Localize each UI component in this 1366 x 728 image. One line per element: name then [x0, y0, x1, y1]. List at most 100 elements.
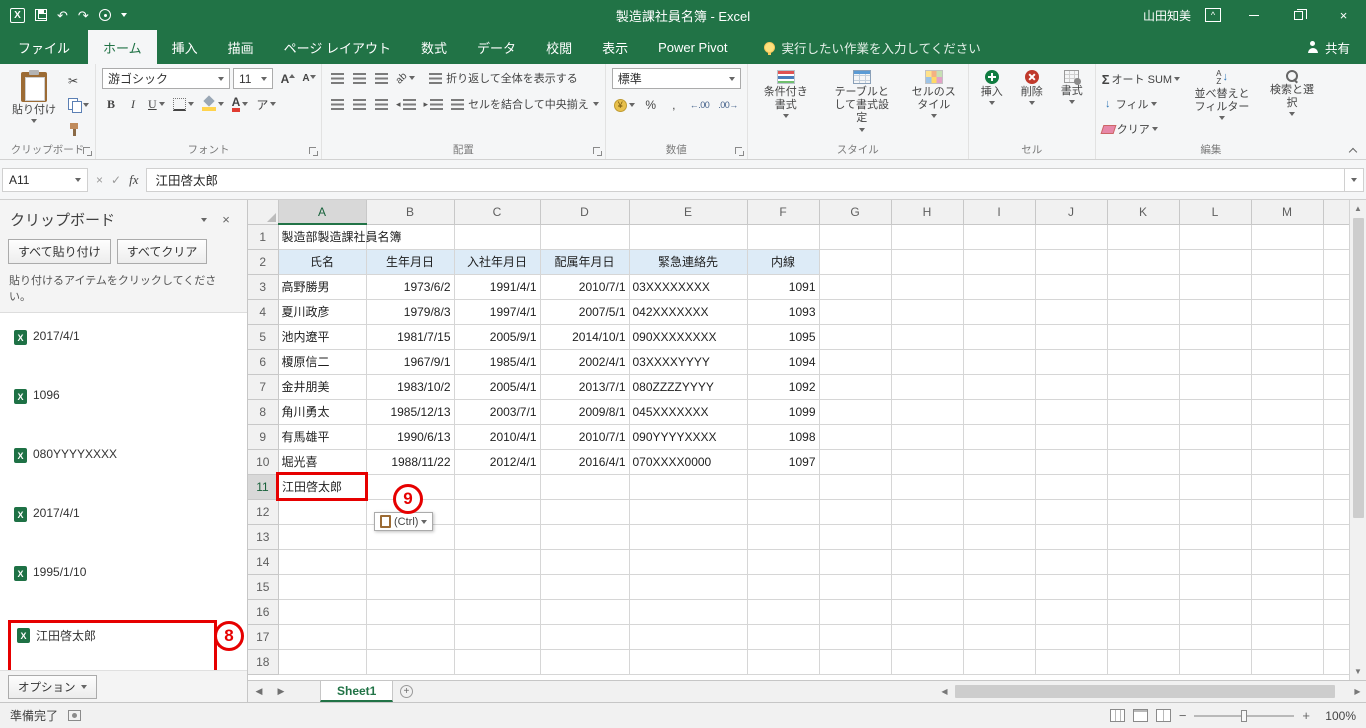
grid-cell[interactable] [891, 649, 964, 675]
data-cell[interactable]: 2007/5/1 [540, 299, 630, 325]
column-header-partial[interactable] [1323, 200, 1349, 225]
data-cell[interactable]: 1997/4/1 [454, 299, 541, 325]
table-header-cell[interactable]: 入社年月日 [454, 249, 541, 275]
column-header-i[interactable]: I [963, 200, 1036, 225]
grid-cell[interactable] [1323, 574, 1349, 600]
grid-cell[interactable] [1035, 599, 1108, 625]
grid-cell[interactable] [819, 399, 892, 425]
data-cell[interactable]: 080ZZZZYYYY [629, 374, 748, 400]
data-cell[interactable]: 2013/7/1 [540, 374, 630, 400]
grid-cell[interactable] [629, 224, 748, 250]
row-header-14[interactable]: 14 [248, 549, 279, 575]
data-cell[interactable]: 03XXXXYYYY [629, 349, 748, 375]
grid-cell[interactable] [1251, 249, 1324, 275]
data-cell[interactable]: 夏川政彦 [278, 299, 367, 325]
align-center-button[interactable] [350, 94, 368, 114]
grid-cell[interactable] [1323, 649, 1349, 675]
grid-cell[interactable] [1323, 499, 1349, 525]
grid-cell[interactable] [747, 599, 820, 625]
grid-cell[interactable] [747, 474, 820, 500]
scroll-left-icon[interactable]: ◀ [936, 687, 953, 696]
grid-cell[interactable] [1251, 224, 1324, 250]
grid-cell[interactable] [963, 274, 1036, 300]
grid-cell[interactable] [1107, 274, 1180, 300]
grid-cell[interactable] [1251, 424, 1324, 450]
grid-cell[interactable] [540, 499, 630, 525]
format-as-table-button[interactable]: テーブルとして書式設定 [824, 68, 900, 143]
align-right-button[interactable] [372, 94, 390, 114]
grid-cell[interactable] [1179, 299, 1252, 325]
data-cell[interactable]: 1985/4/1 [454, 349, 541, 375]
grid-cell[interactable] [891, 224, 964, 250]
scroll-down-icon[interactable]: ▼ [1350, 663, 1366, 680]
data-cell[interactable]: 1099 [747, 399, 820, 425]
grid-cell[interactable] [819, 249, 892, 275]
grid-cell[interactable] [891, 299, 964, 325]
name-box[interactable]: A11 [2, 167, 88, 192]
grid-cell[interactable] [1107, 599, 1180, 625]
data-cell[interactable]: 1098 [747, 424, 820, 450]
grid-cell[interactable] [891, 349, 964, 375]
horizontal-scroll-thumb[interactable] [955, 685, 1335, 698]
grid-cell[interactable] [629, 574, 748, 600]
grid-cell[interactable] [747, 649, 820, 675]
column-header-d[interactable]: D [540, 200, 630, 225]
grid-cell[interactable] [1179, 524, 1252, 550]
grid-cell[interactable] [1035, 399, 1108, 425]
cell-styles-button[interactable]: セルのスタイル [906, 68, 962, 143]
data-cell[interactable]: 042XXXXXXX [629, 299, 748, 325]
grid-cell[interactable] [1323, 374, 1349, 400]
row-header-15[interactable]: 15 [248, 574, 279, 600]
grid-cell[interactable] [1323, 249, 1349, 275]
grid-cell[interactable] [963, 649, 1036, 675]
clipboard-item[interactable]: X 1995/1/10 [8, 561, 227, 620]
grid-cell[interactable] [1035, 424, 1108, 450]
ribbon-tab-数式[interactable]: 数式 [406, 30, 462, 64]
grid-cell[interactable] [540, 224, 630, 250]
data-cell[interactable]: 2010/7/1 [540, 424, 630, 450]
grid-cell[interactable] [747, 549, 820, 575]
copy-button[interactable] [68, 94, 89, 116]
grid-cell[interactable] [1179, 649, 1252, 675]
merge-center-button[interactable]: セルを結合して中央揃え [451, 96, 599, 112]
grid-cell[interactable] [1323, 299, 1349, 325]
grid-cell[interactable] [963, 249, 1036, 275]
zoom-slider-thumb[interactable] [1241, 709, 1248, 722]
grid-cell[interactable] [963, 399, 1036, 425]
grid-cell[interactable] [891, 499, 964, 525]
data-cell[interactable]: 2002/4/1 [540, 349, 630, 375]
grid-cell[interactable] [629, 624, 748, 650]
grid-cell[interactable] [1179, 224, 1252, 250]
row-header-9[interactable]: 9 [248, 424, 279, 450]
grid-cell[interactable] [278, 624, 367, 650]
grid-cell[interactable] [278, 649, 367, 675]
delete-cells-button[interactable]: 削除 [1015, 68, 1049, 143]
grid-cell[interactable] [1035, 574, 1108, 600]
data-cell[interactable]: 2016/4/1 [540, 449, 630, 475]
grid-cell[interactable] [629, 474, 748, 500]
data-cell[interactable]: 1093 [747, 299, 820, 325]
column-header-l[interactable]: L [1179, 200, 1252, 225]
grid-cell[interactable] [629, 599, 748, 625]
percent-style-button[interactable]: % [642, 95, 660, 115]
wrap-text-button[interactable]: 折り返して全体を表示する [429, 70, 578, 86]
grid-cell[interactable] [366, 624, 455, 650]
tell-me-box[interactable]: 実行したい作業を入力してください [764, 30, 981, 64]
fill-color-button[interactable] [200, 94, 226, 114]
data-cell[interactable]: 045XXXXXXX [629, 399, 748, 425]
grid-cell[interactable] [1251, 399, 1324, 425]
table-header-cell[interactable]: 生年月日 [366, 249, 455, 275]
data-cell[interactable]: 1991/4/1 [454, 274, 541, 300]
data-cell[interactable]: 金井朋美 [278, 374, 367, 400]
ribbon-display-options-icon[interactable]: ^ [1205, 8, 1221, 22]
column-header-f[interactable]: F [747, 200, 820, 225]
grid-cell[interactable] [819, 499, 892, 525]
grid-cell[interactable] [1179, 249, 1252, 275]
grid-cell[interactable] [366, 599, 455, 625]
file-tab[interactable]: ファイル [0, 30, 88, 64]
row-header-2[interactable]: 2 [248, 249, 279, 275]
grid-cell[interactable] [1035, 299, 1108, 325]
grid-cell[interactable] [963, 424, 1036, 450]
row-header-3[interactable]: 3 [248, 274, 279, 300]
close-button[interactable]: × [1321, 0, 1366, 30]
